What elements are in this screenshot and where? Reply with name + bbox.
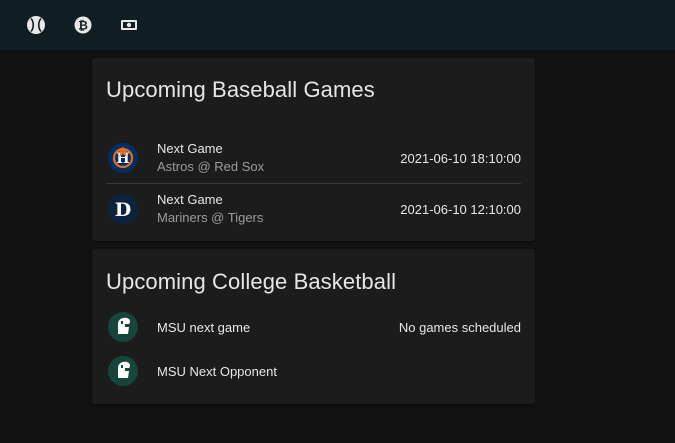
game-row[interactable]: H Next Game Astros @ Red Sox 2021-06-10 … [106,135,521,181]
team-label: MSU Next Opponent [157,364,277,379]
game-time: 2021-06-10 18:10:00 [400,151,521,166]
divider [106,183,521,184]
team-state: No games scheduled [398,320,521,335]
game-matchup: Mariners @ Tigers [157,210,264,225]
game-label: Next Game [157,192,223,207]
bitcoin-icon[interactable]: ₿ [71,13,95,37]
game-row[interactable]: D Next Game Mariners @ Tigers 2021-06-10… [106,186,521,232]
spartan-logo [108,356,138,386]
game-matchup: Astros @ Red Sox [157,159,265,174]
team-row[interactable]: MSU Next Opponent [106,348,521,394]
svg-text:₿: ₿ [78,19,88,33]
svg-text:D: D [115,199,131,221]
team-row[interactable]: MSU next game No games scheduled [106,304,521,350]
team-label: MSU next game [157,320,251,335]
card-title: Upcoming Baseball Games [106,77,375,102]
baseball-card: Upcoming Baseball Games H Next Game Astr… [92,58,535,241]
baseball-icon[interactable] [24,13,48,37]
astros-logo: H [108,143,138,173]
spartan-logo [108,312,138,342]
tigers-logo: D [108,194,138,224]
game-label: Next Game [157,141,223,156]
card-title: Upcoming College Basketball [106,269,397,294]
basketball-card: Upcoming College Basketball MSU next gam… [92,249,535,404]
cash-icon[interactable] [117,13,141,37]
top-toolbar: ₿ [0,0,675,50]
game-time: 2021-06-10 12:10:00 [400,202,521,217]
